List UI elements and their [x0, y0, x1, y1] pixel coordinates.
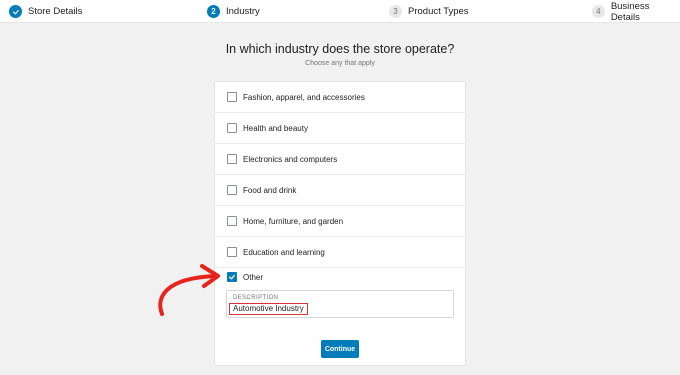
setup-stepper: Store Details 2 Industry 3 Product Types…	[0, 0, 680, 23]
option-other[interactable]: Other	[215, 263, 465, 291]
check-icon	[9, 5, 22, 18]
annotation-arrow-icon	[158, 264, 220, 316]
checkbox[interactable]	[227, 247, 237, 257]
step-label: Industry	[226, 6, 260, 17]
page-subtitle: Choose any that apply	[305, 60, 375, 67]
checkbox[interactable]	[227, 123, 237, 133]
checkbox[interactable]	[227, 92, 237, 102]
checkbox[interactable]	[227, 185, 237, 195]
step-number: 2	[207, 5, 220, 18]
description-field[interactable]: DESCRIPTION Automotive Industry	[226, 290, 454, 318]
option-health-beauty[interactable]: Health and beauty	[215, 113, 465, 144]
step-label: Store Details	[28, 6, 83, 17]
step-store-details[interactable]: Store Details	[9, 0, 82, 23]
description-label: DESCRIPTION	[233, 295, 279, 301]
step-number: 3	[389, 5, 402, 18]
continue-button[interactable]: Continue	[321, 340, 359, 358]
option-label: Fashion, apparel, and accessories	[243, 92, 365, 102]
step-number: 4	[592, 5, 605, 18]
step-label: Business Details	[610, 0, 650, 23]
page-title: In which industry does the store operate…	[225, 42, 455, 56]
step-business-details[interactable]: 4 Business Details	[592, 0, 680, 23]
option-label: Other	[243, 272, 264, 282]
option-food-drink[interactable]: Food and drink	[215, 175, 465, 206]
step-product-types[interactable]: 3 Product Types	[389, 0, 469, 23]
industry-card: Fashion, apparel, and accessories Health…	[214, 81, 466, 366]
option-label: Food and drink	[243, 185, 297, 195]
description-input[interactable]: Automotive Industry	[229, 303, 308, 315]
option-electronics[interactable]: Electronics and computers	[215, 144, 465, 175]
option-home-furniture[interactable]: Home, furniture, and garden	[215, 206, 465, 237]
step-industry[interactable]: 2 Industry	[207, 0, 260, 23]
option-label: Electronics and computers	[243, 154, 338, 164]
option-label: Home, furniture, and garden	[243, 216, 344, 226]
option-label: Education and learning	[243, 247, 325, 257]
option-fashion[interactable]: Fashion, apparel, and accessories	[215, 82, 465, 113]
step-label: Product Types	[408, 6, 469, 17]
checkbox[interactable]	[227, 216, 237, 226]
checkbox[interactable]	[227, 154, 237, 164]
option-label: Health and beauty	[243, 123, 308, 133]
